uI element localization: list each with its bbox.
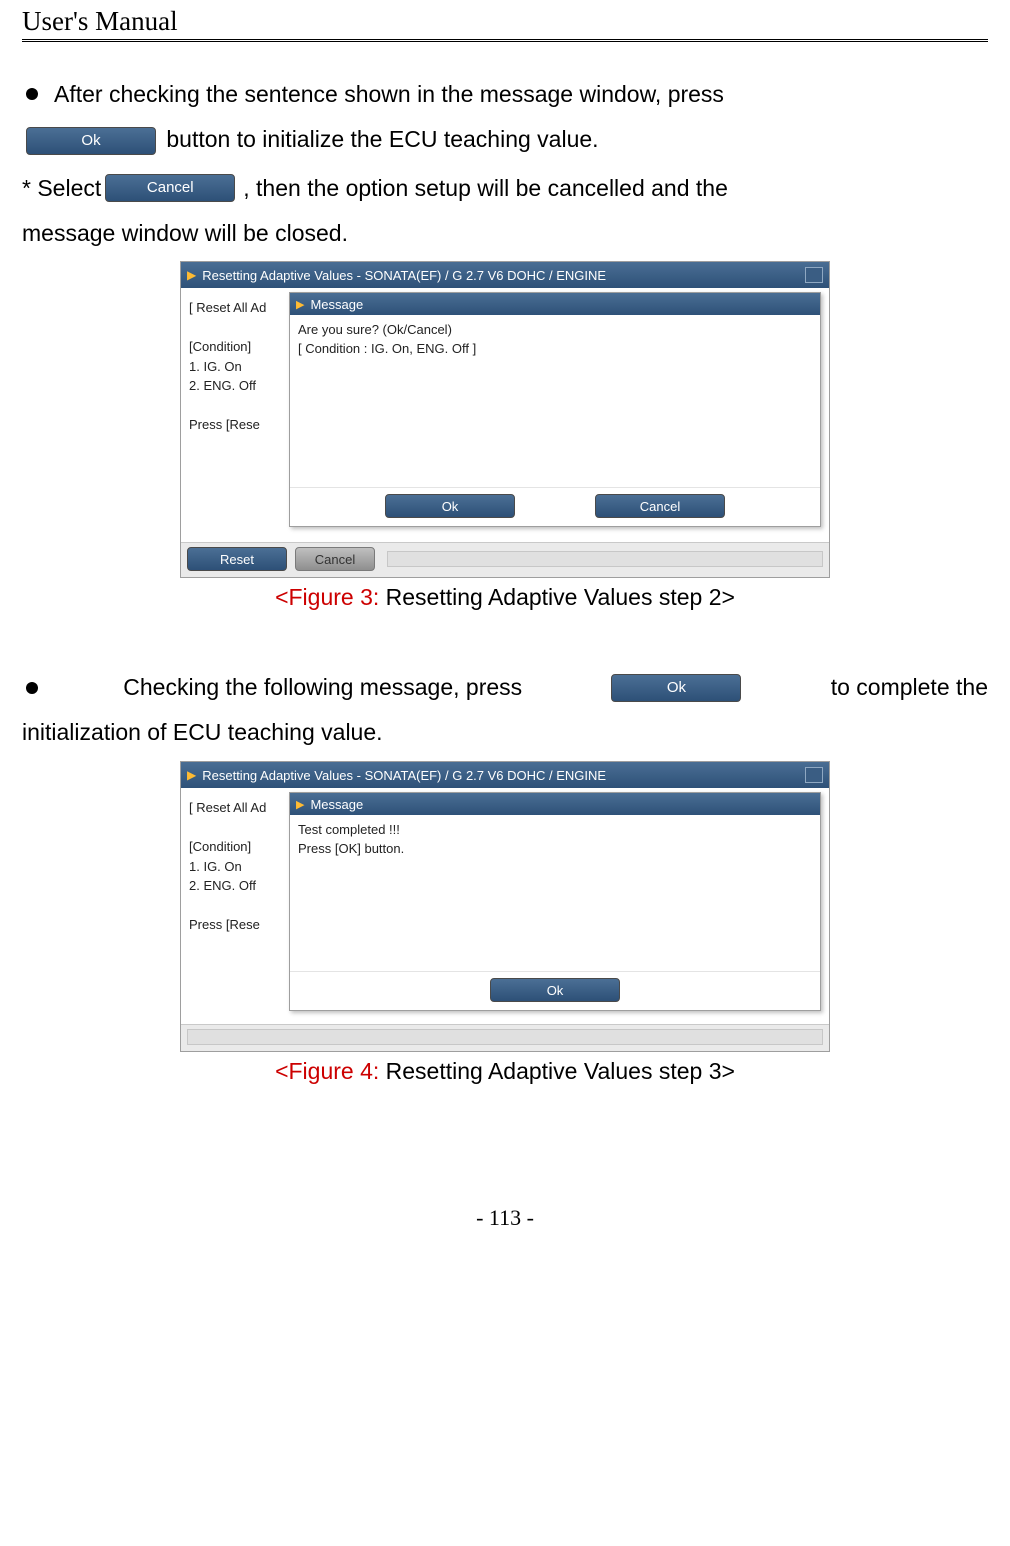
window-title: Resetting Adaptive Values - SONATA(EF) /… [202, 768, 606, 783]
dialog-titlebar: ▶ Message [290, 293, 820, 315]
window-title: Resetting Adaptive Values - SONATA(EF) /… [202, 268, 606, 283]
figure-3-caption-text: Resetting Adaptive Values step 2> [379, 584, 735, 610]
window-footer [181, 1024, 829, 1051]
para1-tail: button to initialize the ECU teaching va… [166, 126, 598, 152]
dialog-title-text: Message [310, 297, 363, 312]
arrow-icon: ▶ [187, 768, 196, 782]
footer-spacer [387, 551, 823, 567]
paragraph-1: After checking the sentence shown in the… [22, 72, 988, 162]
figure-4-screenshot: ▶ Resetting Adaptive Values - SONATA(EF)… [180, 761, 830, 1052]
window-control-icon[interactable] [805, 767, 823, 783]
window-footer: Reset Cancel [181, 542, 829, 577]
bullet-icon [26, 682, 38, 694]
figure-4-tag: <Figure 4: [275, 1058, 379, 1084]
page-header: User's Manual [22, 0, 988, 39]
footer-reset-button[interactable]: Reset [187, 547, 287, 571]
arrow-icon: ▶ [296, 798, 304, 811]
window-control-icon[interactable] [805, 267, 823, 283]
message-dialog: ▶ Message Are you sure? (Ok/Cancel) [ Co… [289, 292, 821, 527]
dialog-titlebar: ▶ Message [290, 793, 820, 815]
dialog-cancel-button[interactable]: Cancel [595, 494, 725, 518]
header-rule [22, 39, 988, 42]
footer-spacer [187, 1029, 823, 1045]
figure-4-caption-text: Resetting Adaptive Values step 3> [379, 1058, 735, 1084]
arrow-icon: ▶ [187, 268, 196, 282]
para2-lead: * Select [22, 166, 101, 211]
para3-line2: initialization of ECU teaching value. [22, 710, 988, 755]
dialog-ok-button[interactable]: Ok [490, 978, 620, 1002]
dialog-ok-button[interactable]: Ok [385, 494, 515, 518]
para1-lead: After checking the sentence shown in the… [54, 72, 988, 117]
dialog-content: Are you sure? (Ok/Cancel) [ Condition : … [290, 315, 820, 487]
window-titlebar: ▶ Resetting Adaptive Values - SONATA(EF)… [181, 262, 829, 288]
dialog-title-text: Message [310, 797, 363, 812]
message-dialog: ▶ Message Test completed !!! Press [OK] … [289, 792, 821, 1011]
para2-mid: , then the option setup will be cancelle… [243, 166, 988, 211]
figure-3-caption: <Figure 3: Resetting Adaptive Values ste… [22, 584, 988, 611]
window-titlebar: ▶ Resetting Adaptive Values - SONATA(EF)… [181, 762, 829, 788]
para3-tail: to complete the [831, 665, 988, 710]
para2-tail: message window will be closed. [22, 211, 988, 256]
figure-3-screenshot: ▶ Resetting Adaptive Values - SONATA(EF)… [180, 261, 830, 578]
bullet-icon [26, 88, 38, 100]
paragraph-3: Checking the following message, press Ok… [22, 665, 988, 755]
para3-lead: Checking the following message, press [123, 665, 522, 710]
page-number: - 113 - [22, 1205, 988, 1231]
cancel-button[interactable]: Cancel [105, 174, 235, 202]
ok-button[interactable]: Ok [611, 674, 741, 702]
figure-4-caption: <Figure 4: Resetting Adaptive Values ste… [22, 1058, 988, 1085]
arrow-icon: ▶ [296, 298, 304, 311]
dialog-content: Test completed !!! Press [OK] button. [290, 815, 820, 971]
figure-3-tag: <Figure 3: [275, 584, 379, 610]
ok-button[interactable]: Ok [26, 127, 156, 155]
paragraph-2: * Select Cancel , then the option setup … [22, 166, 988, 256]
footer-cancel-button[interactable]: Cancel [295, 547, 375, 571]
